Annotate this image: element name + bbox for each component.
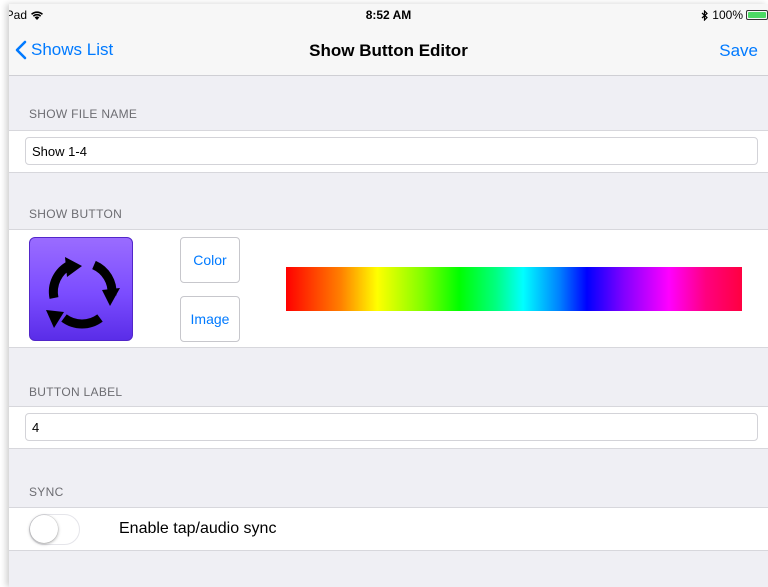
show-button-preview[interactable] xyxy=(29,237,133,341)
image-button[interactable]: Image xyxy=(180,296,240,342)
show-file-name-input[interactable]: Show 1-4 xyxy=(25,137,758,165)
sync-toggle-label: Enable tap/audio sync xyxy=(119,520,277,537)
button-label-input[interactable]: 4 xyxy=(25,413,758,441)
button-label-header: BUTTON LABEL xyxy=(29,385,123,399)
navigation-bar: Shows List Show Button Editor Save xyxy=(9,26,768,76)
circular-arrows-icon xyxy=(46,257,120,329)
color-spectrum-picker[interactable] xyxy=(286,267,742,311)
save-button[interactable]: Save xyxy=(719,41,758,61)
status-time: 8:52 AM xyxy=(365,8,412,22)
show-button-cell: Color Image xyxy=(9,229,768,348)
show-file-name-cell: Show 1-4 xyxy=(9,130,768,173)
show-button-header: SHOW BUTTON xyxy=(29,207,123,221)
color-button[interactable]: Color xyxy=(180,237,240,283)
status-right: 100% xyxy=(701,8,768,22)
sync-toggle-switch[interactable] xyxy=(29,514,80,545)
sync-cell: Enable tap/audio sync xyxy=(9,507,768,551)
battery-percent: 100% xyxy=(712,8,743,22)
app-window: iPad 8:52 AM 100% Shows List Show Button… xyxy=(9,4,768,587)
battery-fill xyxy=(748,12,766,18)
battery-icon xyxy=(746,10,768,20)
show-file-name-header: SHOW FILE NAME xyxy=(29,107,138,121)
bluetooth-icon xyxy=(701,9,709,21)
button-label-cell: 4 xyxy=(9,406,768,449)
sync-header: SYNC xyxy=(29,485,64,499)
toggle-knob xyxy=(30,515,58,543)
status-bar: iPad 8:52 AM 100% xyxy=(9,4,768,26)
page-title: Show Button Editor xyxy=(309,41,468,60)
